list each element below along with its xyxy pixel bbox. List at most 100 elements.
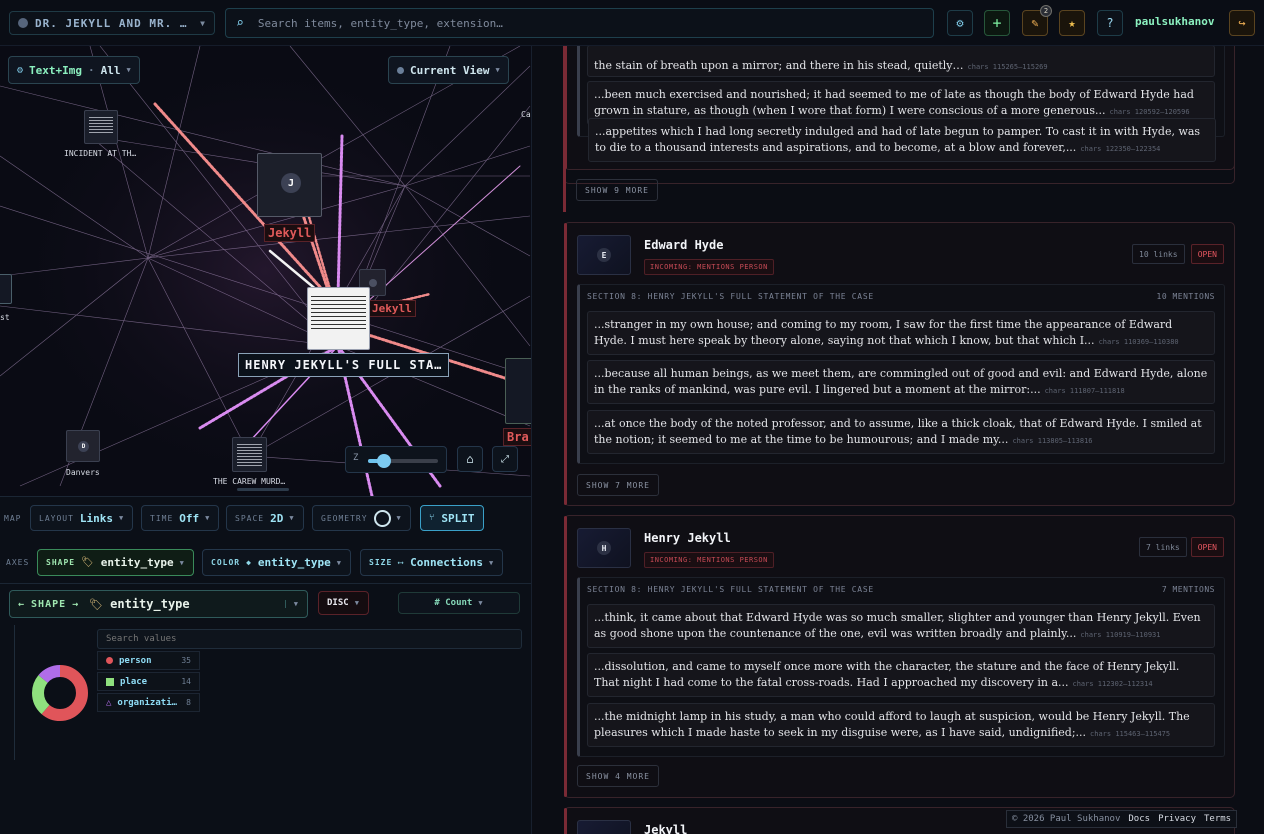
terms-link[interactable]: Terms xyxy=(1204,814,1231,824)
tag-icon: 🏷 xyxy=(89,597,105,611)
entity-node-jekyll[interactable]: J xyxy=(257,153,322,217)
node-label: Jekyll xyxy=(368,300,416,317)
open-button[interactable]: OPEN xyxy=(1190,537,1224,557)
focused-document-thumbnail[interactable] xyxy=(307,287,370,350)
mention-snippet[interactable]: ...think, it came about that Edward Hyde… xyxy=(587,604,1215,648)
open-button[interactable]: OPEN xyxy=(1190,244,1224,264)
search-bar[interactable]: ⌕ xyxy=(225,8,934,38)
mention-snippet[interactable]: ...stranger in my own house; and coming … xyxy=(587,311,1215,355)
gear-icon: ⚙ xyxy=(17,64,24,76)
document-node-thumbnail[interactable] xyxy=(232,437,267,472)
entity-node[interactable] xyxy=(0,274,12,304)
links-count[interactable]: 7 links xyxy=(1139,537,1187,557)
chevron-down-icon: ▼ xyxy=(126,66,131,74)
entity-card-edward-hyde: E Edward Hyde INCOMING: MENTIONS PERSON … xyxy=(564,222,1235,506)
settings-button[interactable]: ⚙ xyxy=(947,10,973,36)
node-avatar: D xyxy=(78,441,89,452)
node-avatar: J xyxy=(281,173,301,193)
legend-item-place[interactable]: place 14 xyxy=(97,672,200,691)
question-icon: ? xyxy=(1106,16,1114,30)
shape-axis-selector[interactable]: SHAPE 🏷 entity_type ▼ xyxy=(37,549,194,576)
resize-handle[interactable] xyxy=(237,488,289,491)
view-selector[interactable]: Current View ▼ xyxy=(388,56,509,84)
entity-name[interactable]: Edward Hyde xyxy=(644,238,774,252)
avatar[interactable]: E xyxy=(577,235,631,275)
color-axis-selector[interactable]: COLOR ◆ entity_type ▼ xyxy=(202,549,351,576)
chevron-down-icon: ▼ xyxy=(289,514,295,522)
node-label: Danvers xyxy=(66,468,100,477)
entity-name[interactable]: Henry Jekyll xyxy=(644,531,774,545)
plus-icon: + xyxy=(992,14,1002,32)
document-node-thumbnail[interactable] xyxy=(84,110,118,144)
zoom-slider-handle[interactable] xyxy=(377,454,391,468)
document-node-thumbnail[interactable] xyxy=(505,358,531,424)
graph-canvas[interactable]: ⚙ Text+Img · All ▼ Current View ▼ INCIDE… xyxy=(0,46,531,496)
favorite-button[interactable]: ★ xyxy=(1059,10,1085,36)
shape-field-selector[interactable]: ← SHAPE → 🏷 entity_type ▼ xyxy=(9,590,308,618)
username[interactable]: paulsukhanov xyxy=(1135,15,1214,28)
entity-name[interactable]: Jekyll xyxy=(644,823,687,834)
avatar[interactable]: H xyxy=(577,528,631,568)
space-selector[interactable]: SPACE 2D ▼ xyxy=(226,505,304,531)
help-button[interactable]: ? xyxy=(1097,10,1123,36)
project-icon xyxy=(18,18,28,28)
mention-snippet[interactable]: the stain of breath upon a mirror; and t… xyxy=(587,46,1215,77)
mention-snippet[interactable]: ...dissolution, and came to myself once … xyxy=(587,653,1215,697)
geometry-selector[interactable]: GEOMETRY ▼ xyxy=(312,505,411,531)
size-axis-selector[interactable]: SIZE ⟷ Connections ▼ xyxy=(360,549,504,576)
arrow-right-icon: → xyxy=(72,598,80,610)
split-toggle[interactable]: ⑂ SPLIT xyxy=(420,505,484,531)
legend-item-person[interactable]: person 35 xyxy=(97,651,200,670)
time-selector[interactable]: TIME Off ▼ xyxy=(141,505,220,531)
node-label: Bra xyxy=(503,428,531,446)
mode-filter[interactable]: ⚙ Text+Img · All ▼ xyxy=(8,56,140,84)
show-more-button[interactable]: SHOW 7 MORE xyxy=(577,474,659,496)
privacy-link[interactable]: Privacy xyxy=(1158,814,1196,824)
show-more-button[interactable]: SHOW 4 MORE xyxy=(577,765,659,787)
add-button[interactable]: + xyxy=(984,10,1010,36)
links-count[interactable]: 10 links xyxy=(1132,244,1185,264)
chevron-down-icon: ▼ xyxy=(284,600,299,608)
divider xyxy=(0,583,531,584)
chevron-down-icon: ▼ xyxy=(354,599,360,607)
node-label: st xyxy=(0,313,10,322)
logout-button[interactable]: ↪ xyxy=(1229,10,1255,36)
search-input[interactable] xyxy=(257,16,858,30)
legend-item-organization[interactable]: △ organizati… 8 xyxy=(97,693,200,712)
edit-button[interactable]: ✎ 2 xyxy=(1022,5,1052,36)
divider xyxy=(14,625,15,760)
relation-tag: INCOMING: MENTIONS PERSON xyxy=(644,552,774,568)
graph-edges xyxy=(0,46,531,496)
chevron-down-icon: ▼ xyxy=(488,558,495,567)
copyright: © 2026 Paul Sukhanov xyxy=(1012,814,1121,824)
axes-label: AXES xyxy=(6,558,30,567)
chevron-down-icon: ▼ xyxy=(336,558,342,567)
chevron-down-icon: ▼ xyxy=(179,558,185,567)
show-more-button[interactable]: SHOW 9 MORE xyxy=(576,179,658,201)
mention-count: 10 MENTIONS xyxy=(1156,292,1215,301)
mention-snippet[interactable]: ...appetites which I had long secretly i… xyxy=(588,118,1216,162)
mention-snippet[interactable]: ...the midnight lamp in his study, a man… xyxy=(587,703,1215,747)
fullscreen-button[interactable]: ⤢ xyxy=(492,446,518,472)
home-button[interactable]: ⌂ xyxy=(457,446,483,472)
docs-link[interactable]: Docs xyxy=(1128,814,1150,824)
logout-icon: ↪ xyxy=(1238,16,1246,30)
view-icon xyxy=(397,66,404,74)
disc-toggle[interactable]: DISC ▼ xyxy=(318,591,369,615)
entity-node-danvers[interactable]: D xyxy=(66,430,100,462)
count-selector[interactable]: # Count ▼ xyxy=(398,592,520,614)
map-label: MAP xyxy=(4,514,22,523)
zoom-control[interactable]: Z xyxy=(345,446,447,473)
circle-icon xyxy=(373,509,391,527)
avatar[interactable] xyxy=(577,820,631,834)
project-selector[interactable]: DR. JEKYLL AND MR. … ▼ xyxy=(9,11,215,35)
search-values-input[interactable] xyxy=(97,629,522,649)
pencil-icon: ✎ xyxy=(1031,16,1039,30)
legend-list: person 35 place 14 △ organizati… 8 xyxy=(97,651,200,712)
results-panel: the stain of breath upon a mirror; and t… xyxy=(531,46,1264,834)
search-icon: ⌕ xyxy=(236,15,244,31)
mention-snippet[interactable]: ...because all human beings, as we meet … xyxy=(587,360,1215,404)
layout-selector[interactable]: LAYOUT Links ▼ xyxy=(30,505,134,531)
mention-snippet[interactable]: ...at once the body of the noted profess… xyxy=(587,410,1215,454)
arrow-left-icon: ← xyxy=(18,598,26,610)
